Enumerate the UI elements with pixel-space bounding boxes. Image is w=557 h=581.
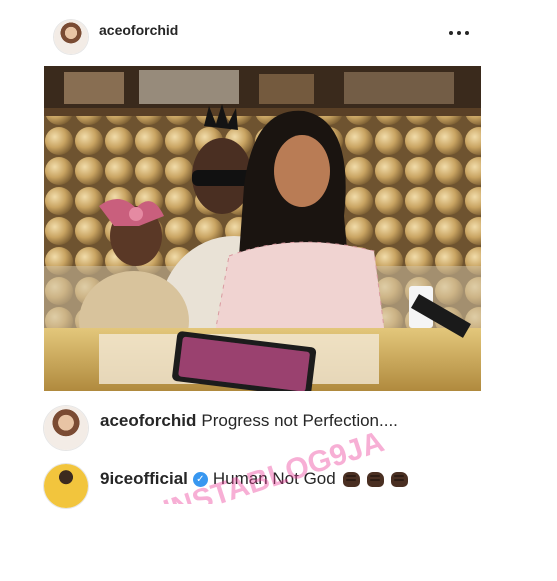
fist-emoji-icon <box>366 471 384 487</box>
fist-emoji-icon <box>390 471 408 487</box>
more-horizontal-icon[interactable] <box>449 30 469 36</box>
verified-badge-icon: ✓ <box>192 471 208 487</box>
avatar[interactable] <box>44 464 88 508</box>
comment-text-row: 9iceofficial ✓ Human Not God <box>100 469 408 489</box>
comment: aceoforchid Progress not Perfection.... <box>0 402 557 452</box>
avatar[interactable] <box>54 20 88 54</box>
post-header: aceoforchid <box>0 0 557 62</box>
comment-username[interactable]: 9iceofficial <box>100 469 188 489</box>
photo-illustration <box>44 66 481 391</box>
comment-body: Human Not God <box>212 469 336 488</box>
comment-body: Progress not Perfection.... <box>201 411 398 430</box>
avatar[interactable] <box>44 406 88 450</box>
fist-emoji-icon <box>342 471 360 487</box>
comment-text-row: aceoforchid Progress not Perfection.... <box>100 411 398 431</box>
post-photo[interactable] <box>44 66 481 391</box>
post-username[interactable]: aceoforchid <box>99 22 178 38</box>
comment-username[interactable]: aceoforchid <box>100 411 196 431</box>
comment: 9iceofficial ✓ Human Not God <box>0 460 557 510</box>
